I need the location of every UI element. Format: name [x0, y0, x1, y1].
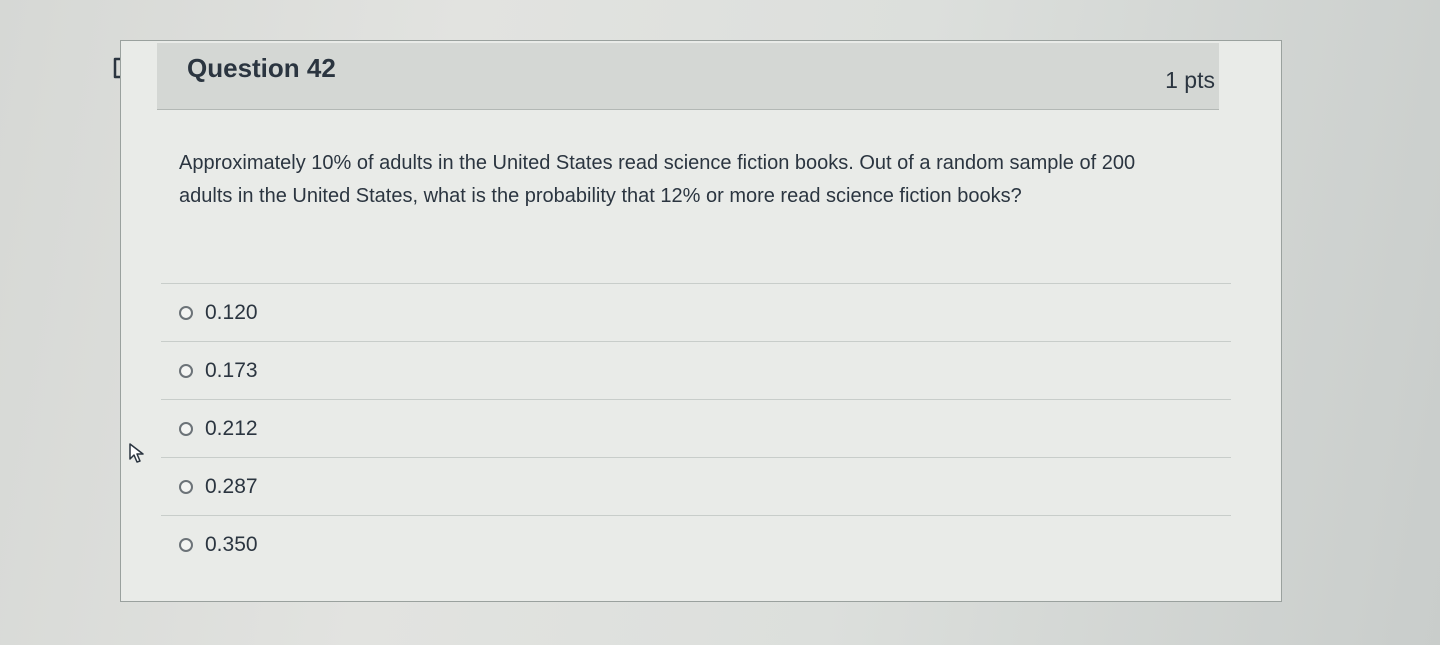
answer-option[interactable]: 0.287 — [161, 458, 1231, 515]
radio-button-icon[interactable] — [179, 479, 193, 494]
answer-label: 0.120 — [205, 300, 258, 324]
question-text: Approximately 10% of adults in the Unite… — [179, 152, 1136, 207]
answer-option[interactable]: 0.350 — [161, 516, 1231, 573]
question-points: 1 pts — [1165, 67, 1215, 93]
question-title: Question 42 — [187, 53, 336, 83]
radio-button-icon[interactable] — [179, 421, 193, 436]
answer-label: 0.212 — [205, 416, 258, 440]
radio-button-icon[interactable] — [179, 305, 193, 320]
radio-button-icon[interactable] — [179, 363, 193, 378]
pointer-cursor-icon — [128, 442, 146, 469]
question-header: Question 42 1 pts — [157, 43, 1219, 110]
answer-label: 0.287 — [205, 474, 258, 498]
answer-option[interactable]: 0.120 — [161, 284, 1231, 341]
answer-label: 0.173 — [205, 358, 258, 382]
question-card: Question 42 1 pts Approximately 10% of a… — [120, 40, 1282, 602]
answer-option[interactable]: 0.173 — [161, 342, 1231, 399]
answer-label: 0.350 — [205, 532, 258, 556]
radio-button-icon[interactable] — [179, 537, 193, 552]
answer-option[interactable]: 0.212 — [161, 400, 1231, 457]
answer-list: 0.120 0.173 0.212 0.287 0.350 — [161, 283, 1231, 573]
